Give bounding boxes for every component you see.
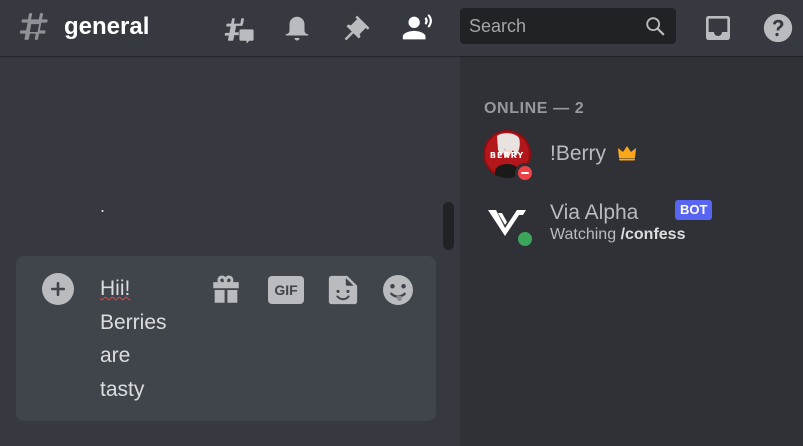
dnd-status-icon <box>515 163 535 183</box>
gif-label: GIF <box>274 282 298 298</box>
chat-area: . Hii! Berries are tasty GIF <box>0 56 460 446</box>
inbox-icon[interactable] <box>700 10 736 46</box>
search-input[interactable]: Search <box>469 15 526 37</box>
channel-header: general Search <box>0 0 803 56</box>
member-item-via-alpha[interactable]: Via Alpha BOT Watching /confess <box>480 198 800 254</box>
message-word: Hii! <box>100 277 131 300</box>
message-text: . <box>100 196 106 216</box>
bell-icon[interactable] <box>279 10 315 46</box>
activity-prefix: Watching <box>550 226 617 243</box>
pin-icon[interactable] <box>339 10 375 46</box>
message-word: Berries <box>100 310 167 334</box>
channel-title: general <box>64 13 150 40</box>
scrollbar-thumb[interactable] <box>443 202 454 250</box>
member-activity: Watching /confess <box>550 225 685 245</box>
help-icon[interactable] <box>760 10 796 46</box>
search-bar[interactable]: Search <box>460 8 676 44</box>
message-word: are <box>100 344 131 367</box>
emoji-icon[interactable] <box>378 270 418 310</box>
activity-detail: /confess <box>620 226 686 243</box>
member-list: ONLINE — 2 BERRY !Berry Via Alpha BOT Wa… <box>460 56 803 446</box>
online-status-icon <box>515 229 535 249</box>
svg-text:BERRY: BERRY <box>490 151 524 160</box>
members-icon[interactable] <box>399 10 435 46</box>
message-composer[interactable]: Hii! Berries are tasty GIF <box>16 256 436 421</box>
hash-icon <box>19 13 48 40</box>
gift-icon[interactable] <box>206 270 246 310</box>
member-item-berry[interactable]: BERRY !Berry <box>480 130 800 186</box>
sticker-icon[interactable] <box>323 270 363 310</box>
message-input[interactable]: Hii! Berries are tasty <box>100 272 200 406</box>
member-name: Via Alpha <box>550 201 639 224</box>
search-icon[interactable] <box>644 15 666 37</box>
member-group-header: ONLINE — 2 <box>484 100 585 117</box>
member-name: !Berry <box>550 142 607 165</box>
attach-plus-icon[interactable] <box>42 273 74 305</box>
gif-button[interactable]: GIF <box>266 270 306 310</box>
scrollbar-track[interactable] <box>442 68 454 446</box>
crown-icon <box>618 146 636 161</box>
message-word: tasty <box>100 377 145 401</box>
bot-badge: BOT <box>675 200 713 220</box>
threads-icon[interactable] <box>220 10 256 46</box>
